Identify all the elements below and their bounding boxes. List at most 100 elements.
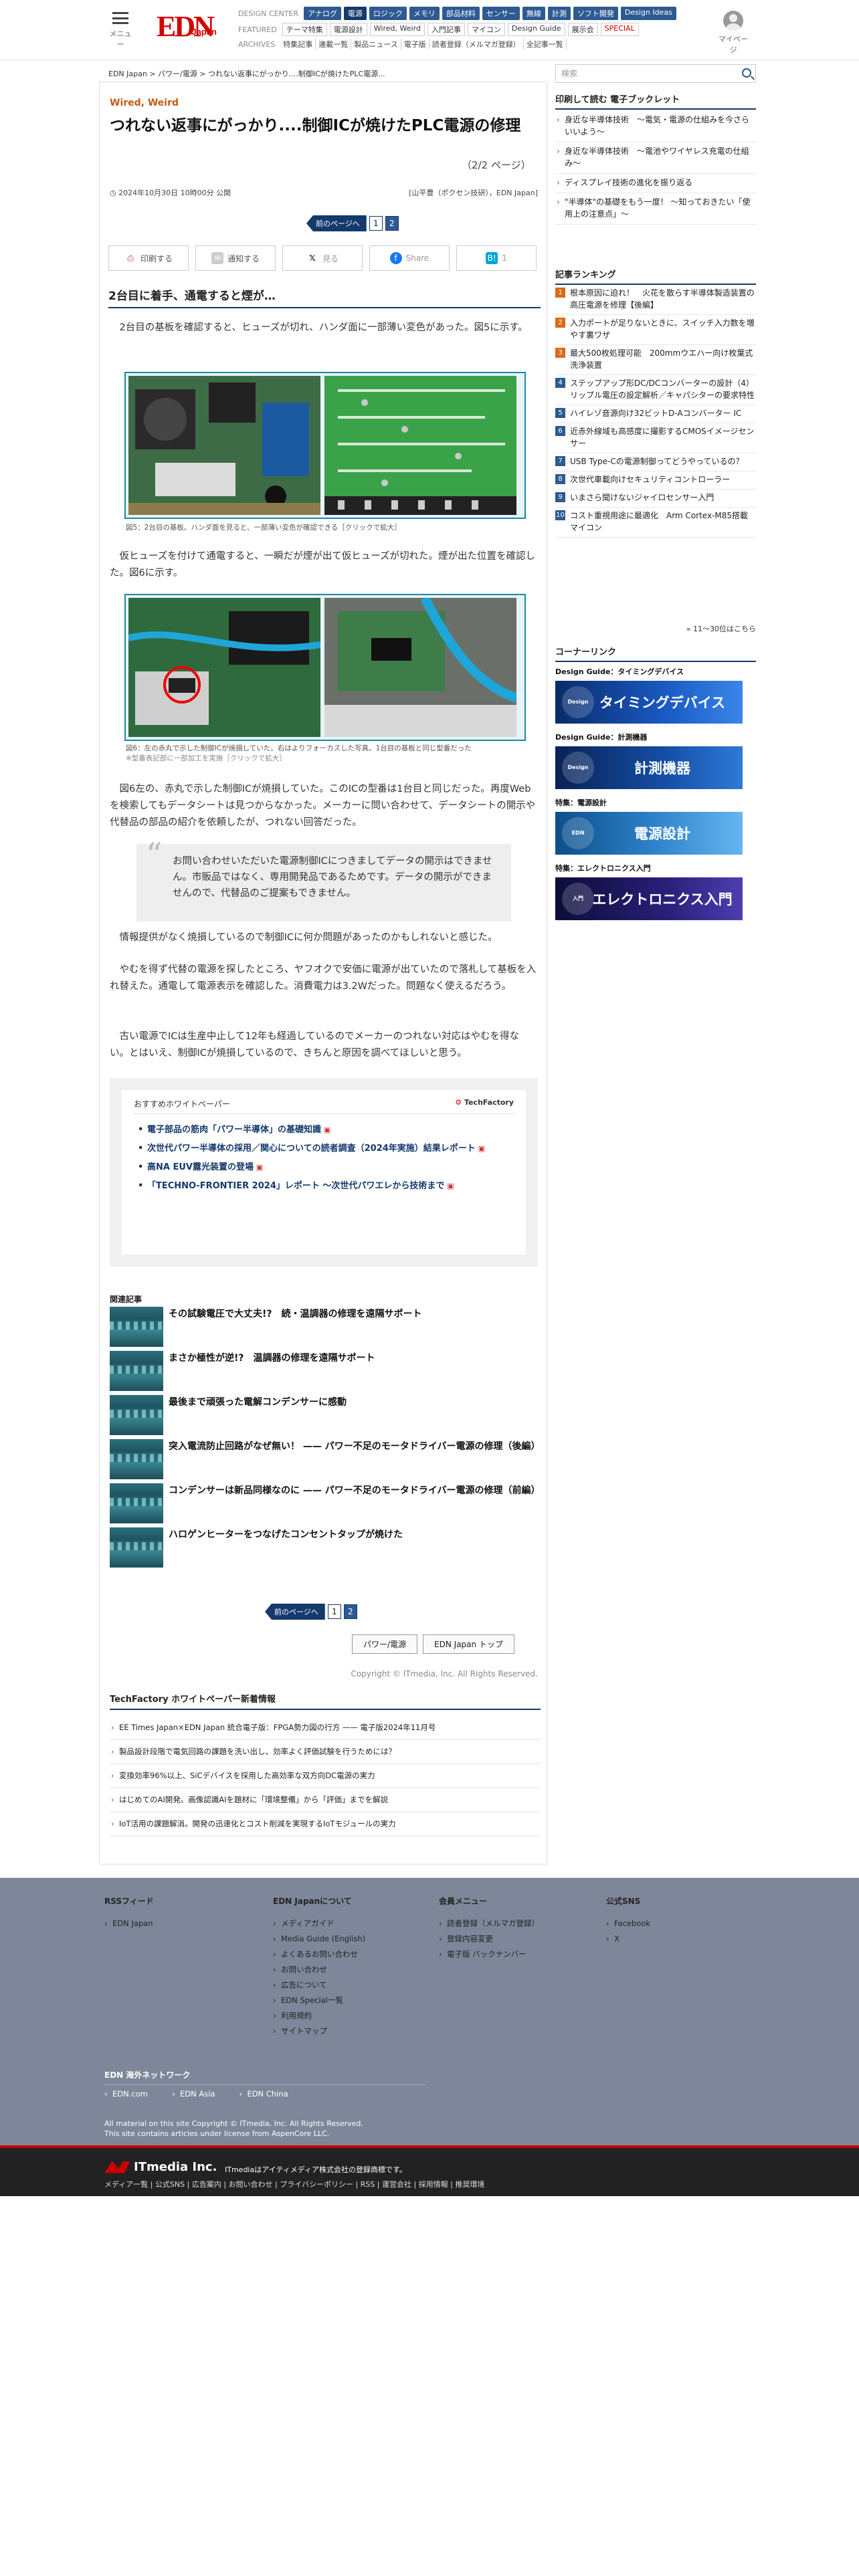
ranking-item[interactable]: 1 根本原因に迫れ！ 火花を散らす半導体製造装置の高圧電源を修理【後編】 (555, 285, 756, 315)
whitepaper-item-title[interactable]: 「TECHNO-FRONTIER 2024」レポート ～次世代パワエレから技術ま… (147, 1181, 444, 1191)
related-title[interactable]: 最後まで頑張った電解コンデンサーに感動 (169, 1395, 541, 1410)
featured-item[interactable]: 展示会 (567, 23, 598, 36)
ranking-more-link[interactable]: » 11〜30位はこちら (686, 623, 756, 634)
notify-button[interactable]: ✉ 通知する (195, 245, 276, 271)
prev-page-button[interactable]: 前のページへ (306, 215, 367, 231)
booklet-item[interactable]: 身近な半導体技術 ～電池やワイヤレス充電の仕組み～ (555, 142, 756, 174)
footer-about-item[interactable]: メディアガイド (273, 1916, 365, 1931)
footer-about-item[interactable]: 利用規約 (273, 2008, 365, 2024)
related-item[interactable]: 最後まで頑張った電解コンデンサーに感動 (110, 1395, 541, 1436)
footer-about-item[interactable]: サイトマップ (273, 2024, 365, 2039)
techfactory-new-item[interactable]: 製品設計段階で電気回路の課題を洗い出し、効率よく評価試験を行うためには？ (110, 1740, 541, 1764)
featured-item[interactable]: Design Guide (507, 23, 565, 36)
booklet-item[interactable]: "半導体"の基礎をもう一度！ ～知っておきたい「使用上の注意点」～ (555, 193, 756, 225)
edn-top-button[interactable]: EDN Japan トップ (423, 1634, 514, 1654)
whitepaper-item-title[interactable]: 次世代パワー半導体の採用／関心についての読者調査（2024年実施）結果レポート (147, 1144, 476, 1154)
ranking-title[interactable]: 入力ポートが足りないときに、スイッチ入力数を増やす裏ワザ (570, 318, 755, 340)
whitepaper-item[interactable]: 「TECHNO-FRONTIER 2024」レポート ～次世代パワエレから技術ま… (134, 1178, 514, 1194)
techfactory-new-item[interactable]: IoT活用の課題解消。開発の迅速化とコスト削減を実現するIoTモジュールの実力 (110, 1812, 541, 1836)
booklet-item[interactable]: 身近な半導体技術 ～電気・電源の仕組みを今さらいいよう～ (555, 111, 756, 142)
itmedia-logo[interactable]: ITmedia Inc. (104, 2160, 217, 2174)
archives-item[interactable]: 読者登録（メルマガ登録） (430, 39, 524, 49)
featured-item[interactable]: テーマ特集 (282, 23, 327, 36)
page-2-link-bottom[interactable]: 2 (343, 1604, 357, 1619)
archives-item[interactable]: 製品ニュース (351, 39, 401, 49)
figure-5[interactable] (124, 372, 526, 519)
overseas-link[interactable]: EDN China (239, 2089, 288, 2099)
footer-about-item[interactable]: お問い合わせ (273, 1962, 365, 1977)
corner-link[interactable]: 特集：電源設計 EDN 電源設計 (555, 797, 743, 855)
footer-sns-item[interactable]: X (606, 1931, 650, 1947)
corner-label[interactable]: Design Guide：計測機器 (555, 732, 743, 742)
search-input[interactable]: 検索 (555, 64, 756, 83)
design-center-item[interactable]: メモリ (409, 7, 440, 20)
featured-item[interactable]: マイコン (467, 23, 505, 36)
ranking-title[interactable]: ハイレゾ音源向け32ビットD-Aコンバーター IC (570, 409, 741, 418)
ranking-item[interactable]: 4 ステップアップ形DC/DCコンバーターの設計（4）リップル電圧の設定解析／キャ… (555, 375, 756, 405)
ranking-title[interactable]: ステップアップ形DC/DCコンバーターの設計（4）リップル電圧の設定解析／キャパ… (570, 379, 755, 400)
related-item[interactable]: ハロゲンヒーターをつなげたコンセントタップが焼けた (110, 1527, 541, 1569)
ranking-title[interactable]: 根本原因に迫れ！ 火花を散らす半導体製造装置の高圧電源を修理【後編】 (570, 288, 755, 310)
edn-logo[interactable]: EDN Japan (157, 11, 217, 43)
footer-member-item[interactable]: 読者登録（メルマガ登録） (439, 1916, 539, 1931)
power-category-button[interactable]: パワー/電源 (352, 1634, 418, 1654)
related-item[interactable]: まさか極性が逆!? 温調器の修理を遠隔サポート (110, 1351, 541, 1392)
design-center-item[interactable]: アナログ (304, 7, 341, 20)
ranking-title[interactable]: いまさら聞けないジャイロセンサー入門 (570, 493, 714, 502)
ranking-item[interactable]: 7 USB Type-Cの電源制御ってどうやっているの？ (555, 453, 756, 471)
techfactory-new-item[interactable]: EE Times Japan×EDN Japan 統合電子版：FPGA勢力図の行… (110, 1716, 541, 1740)
featured-item[interactable]: Wired, Weird (369, 23, 425, 36)
corner-banner[interactable]: Design Guide 計測機器 (555, 746, 743, 789)
facebook-share-button[interactable]: f Share (369, 245, 450, 271)
mypage-button[interactable]: マイページ (716, 11, 751, 55)
corner-banner[interactable]: Design Guide タイミングデバイス (555, 681, 743, 724)
ranking-item[interactable]: 8 次世代車載向けセキュリティコントローラー (555, 471, 756, 490)
related-thumbnail[interactable] (110, 1395, 163, 1435)
techfactory-new-item[interactable]: はじめてのAI開発。画像認識AIを題材に「環境整備」から「評価」までを解説 (110, 1788, 541, 1812)
design-center-item[interactable]: ソフト開発 (573, 7, 618, 20)
archives-item[interactable]: 特集記事 (280, 39, 316, 49)
menu-button[interactable]: メニュー (107, 12, 134, 49)
design-center-item[interactable]: 電源 (343, 7, 367, 20)
footer-member-item[interactable]: 電子版 バックナンバー (439, 1947, 539, 1962)
whitepaper-item-title[interactable]: 電子部品の筋肉「パワー半導体」の基礎知識 (147, 1125, 321, 1135)
design-center-item[interactable]: 無線 (522, 7, 545, 20)
whitepaper-item[interactable]: 高NA EUV露光装置の登場 ▣ (134, 1160, 514, 1176)
ranking-item[interactable]: 3 最大500枚処理可能 200mmウエハー向け枚葉式洗浄装置 (555, 345, 756, 375)
ranking-item[interactable]: 10 コスト重視用途に最適化 Arm Cortex-M85搭載マイコン (555, 508, 756, 538)
corner-banner[interactable]: 入門 エレクトロニクス入門 (555, 877, 743, 920)
related-thumbnail[interactable] (110, 1439, 163, 1479)
itmedia-links[interactable]: メディア一覧 | 公式SNS | 広告案内 | お問い合わせ | プライバシーポ… (104, 2179, 484, 2189)
print-button[interactable]: ⎙ 印刷する (108, 245, 189, 271)
page-2-link[interactable]: 2 (385, 216, 399, 231)
footer-about-item[interactable]: Media Guide (English) (273, 1931, 365, 1947)
whitepaper-item[interactable]: 電子部品の筋肉「パワー半導体」の基礎知識 ▣ (134, 1122, 514, 1138)
corner-link[interactable]: Design Guide：タイミングデバイス Design Guide タイミングデ… (555, 666, 743, 724)
related-item[interactable]: コンデンサーは新品同様なのに —— パワー不足のモータドライバー電源の修理（前編… (110, 1483, 541, 1525)
design-center-item[interactable]: ロジック (369, 7, 407, 20)
ranking-item[interactable]: 6 近赤外線域も高感度に撮影するCMOSイメージセンサー (555, 423, 756, 453)
related-title[interactable]: まさか極性が逆!? 温調器の修理を遠隔サポート (169, 1351, 541, 1366)
design-center-item[interactable]: センサー (482, 7, 520, 20)
breadcrumb[interactable]: EDN Japan > パワー/電源 > つれない返事にがっかり....制御IC… (108, 68, 385, 79)
archives-item[interactable]: 連載一覧 (316, 39, 352, 49)
x-share-button[interactable]: 𝕏 見る (282, 245, 363, 271)
related-title[interactable]: ハロゲンヒーターをつなげたコンセントタップが焼けた (169, 1527, 541, 1542)
footer-sns-item[interactable]: Facebook (606, 1916, 650, 1931)
ranking-title[interactable]: USB Type-Cの電源制御ってどうやっているの？ (570, 457, 744, 466)
footer-rss-item[interactable]: EDN Japan (104, 1916, 154, 1931)
footer-about-item[interactable]: 広告について (273, 1977, 365, 1993)
footer-member-item[interactable]: 登録内容変更 (439, 1931, 539, 1947)
booklet-item[interactable]: ディスプレイ技術の進化を振り返る (555, 174, 756, 193)
corner-link[interactable]: Design Guide：計測機器 Design Guide 計測機器 (555, 732, 743, 789)
related-title[interactable]: その試験電圧で大丈夫!? 続・温調器の修理を遠隔サポート (169, 1307, 541, 1321)
ranking-title[interactable]: 近赤外線域も高感度に撮影するCMOSイメージセンサー (570, 427, 755, 448)
techfactory-new-item[interactable]: 変換効率96%以上、SiCデバイスを採用した高効率な双方向DC電源の実力 (110, 1764, 541, 1788)
overseas-link[interactable]: EDN Asia (172, 2089, 215, 2099)
related-thumbnail[interactable] (110, 1351, 163, 1391)
ranking-title[interactable]: 次世代車載向けセキュリティコントローラー (570, 475, 730, 484)
ranking-item[interactable]: 5 ハイレゾ音源向け32ビットD-Aコンバーター IC (555, 405, 756, 423)
corner-link[interactable]: 特集：エレクトロニクス入門 入門 エレクトロニクス入門 (555, 863, 743, 920)
archives-item[interactable]: 全記事一覧 (524, 39, 567, 49)
figure-6[interactable] (124, 594, 526, 741)
